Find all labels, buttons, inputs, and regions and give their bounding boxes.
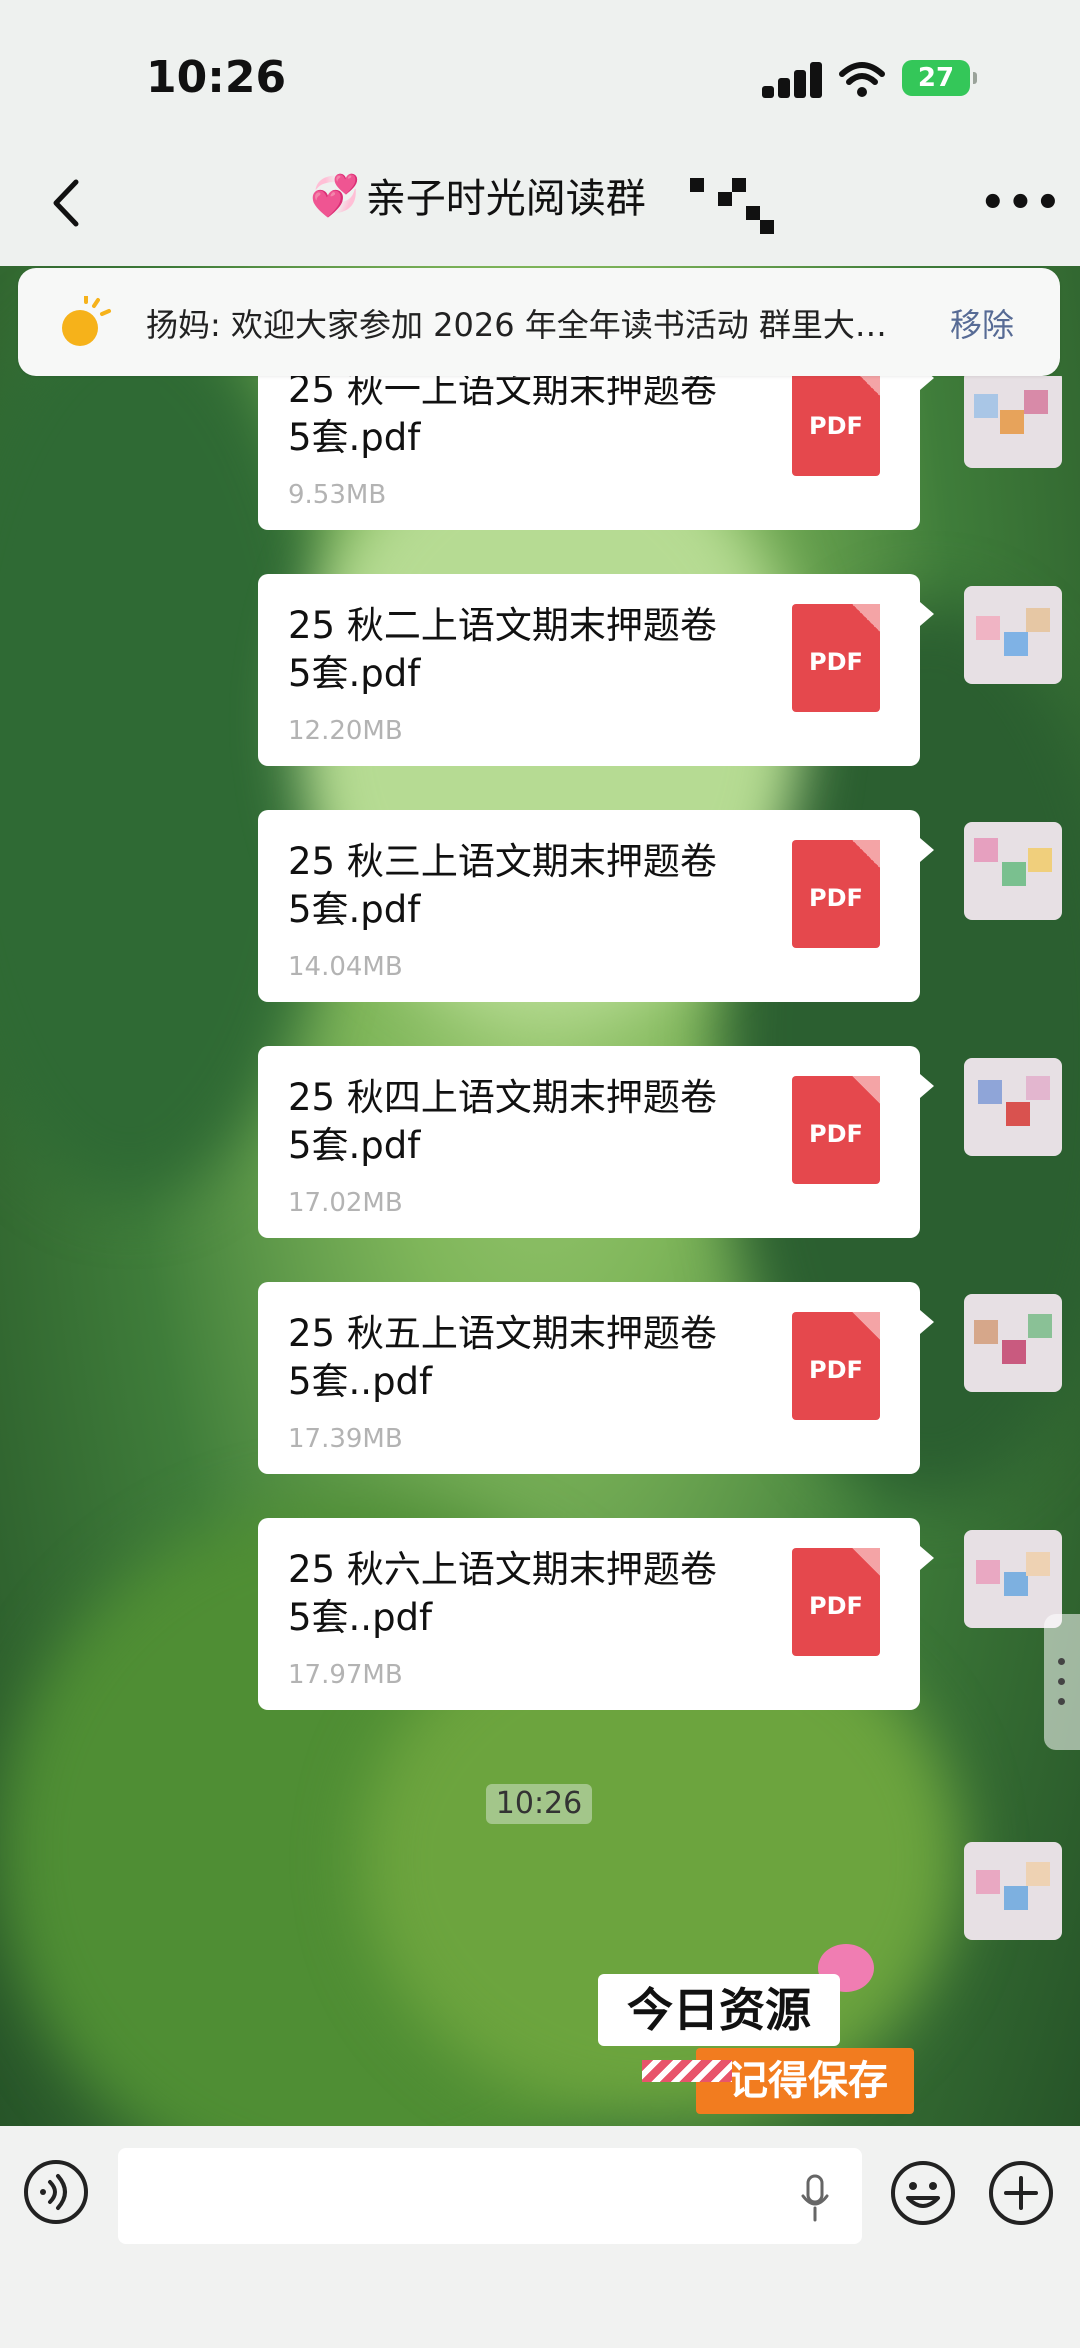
status-bar: 10:26 27 <box>0 0 1080 150</box>
file-name: 25 秋四上语文期末押题卷 5套.pdf <box>288 1076 717 1167</box>
file-size: 17.97MB <box>288 1660 403 1690</box>
sun-icon <box>62 296 111 346</box>
file-size: 17.02MB <box>288 1188 403 1218</box>
pdf-file-icon: PDF <box>792 376 880 476</box>
pdf-file-icon: PDF <box>792 1076 880 1184</box>
sender-avatar[interactable] <box>964 822 1062 920</box>
wifi-icon <box>839 62 885 97</box>
microphone-icon[interactable] <box>800 2174 830 2224</box>
file-size: 14.04MB <box>288 952 403 982</box>
cellular-signal-icon <box>762 62 824 98</box>
sender-avatar[interactable] <box>964 1842 1062 1940</box>
pdf-file-icon: PDF <box>792 1312 880 1420</box>
voice-mode-icon[interactable] <box>24 2160 88 2224</box>
sender-avatar[interactable] <box>964 376 1062 468</box>
file-name: 25 秋五上语文期末押题卷 5套..pdf <box>288 1312 717 1403</box>
sticker-stripe-decoration <box>642 2060 732 2082</box>
file-message[interactable]: 25 秋二上语文期末押题卷 5套.pdf 12.20MB PDF <box>258 574 934 766</box>
battery-icon: 27 <box>902 60 977 96</box>
group-notice-banner[interactable]: 扬妈: 欢迎大家参加 2026 年全年读书活动 群里大… 移除 <box>18 268 1060 376</box>
file-message[interactable]: 25 秋五上语文期末押题卷 5套..pdf 17.39MB PDF <box>258 1282 934 1474</box>
sticker-text-top: 今日资源 <box>598 1974 840 2046</box>
chat-header: 💞 亲子时光阅读群 ••• <box>0 150 1080 266</box>
remove-notice-button[interactable]: 移除 <box>950 300 1014 346</box>
sender-avatar[interactable] <box>964 1058 1062 1156</box>
message-timestamp: 10:26 <box>486 1784 592 1824</box>
redacted-mosaic <box>690 178 774 234</box>
file-name: 25 秋六上语文期末押题卷 5套..pdf <box>288 1548 717 1639</box>
file-size: 12.20MB <box>288 716 403 746</box>
file-name: 25 秋一上语文期末押题卷 5套.pdf <box>288 376 717 459</box>
sender-avatar[interactable] <box>964 1294 1062 1392</box>
file-message[interactable]: 25 秋四上语文期末押题卷 5套.pdf 17.02MB PDF <box>258 1046 934 1238</box>
group-title: 💞 亲子时光阅读群 <box>310 166 646 224</box>
more-options-icon[interactable]: ••• <box>980 180 1063 226</box>
sender-avatar[interactable] <box>964 586 1062 684</box>
file-message[interactable]: 25 秋六上语文期末押题卷 5套..pdf 17.97MB PDF <box>258 1518 934 1710</box>
sender-avatar[interactable] <box>964 1530 1062 1628</box>
back-arrow-icon[interactable] <box>32 168 102 238</box>
sticker-message[interactable]: 今日资源 记得保存 <box>596 1944 926 2122</box>
input-bar <box>0 2126 1080 2348</box>
file-message[interactable]: 25 秋一上语文期末押题卷 5套.pdf 9.53MB PDF <box>258 376 934 530</box>
file-name: 25 秋二上语文期末押题卷 5套.pdf <box>288 604 717 695</box>
file-name: 25 秋三上语文期末押题卷 5套.pdf <box>288 840 717 931</box>
pdf-file-icon: PDF <box>792 840 880 948</box>
notice-text: 扬妈: 欢迎大家参加 2026 年全年读书活动 群里大… <box>146 306 887 344</box>
file-size: 17.39MB <box>288 1424 403 1454</box>
heart-emoji-icon: 💞 <box>310 172 360 219</box>
status-time: 10:26 <box>146 52 287 103</box>
emoji-icon[interactable] <box>888 2158 958 2228</box>
group-name: 亲子时光阅读群 <box>365 176 646 222</box>
file-message[interactable]: 25 秋三上语文期末押题卷 5套.pdf 14.04MB PDF <box>258 810 934 1002</box>
side-drawer-handle[interactable] <box>1044 1614 1080 1750</box>
pdf-file-icon: PDF <box>792 604 880 712</box>
chat-message-list[interactable]: 25 秋一上语文期末押题卷 5套.pdf 9.53MB PDF 25 秋二上语文期… <box>0 376 1080 2124</box>
message-input[interactable] <box>118 2148 862 2244</box>
pdf-file-icon: PDF <box>792 1548 880 1656</box>
file-size: 9.53MB <box>288 480 387 510</box>
plus-icon[interactable] <box>986 2158 1056 2228</box>
